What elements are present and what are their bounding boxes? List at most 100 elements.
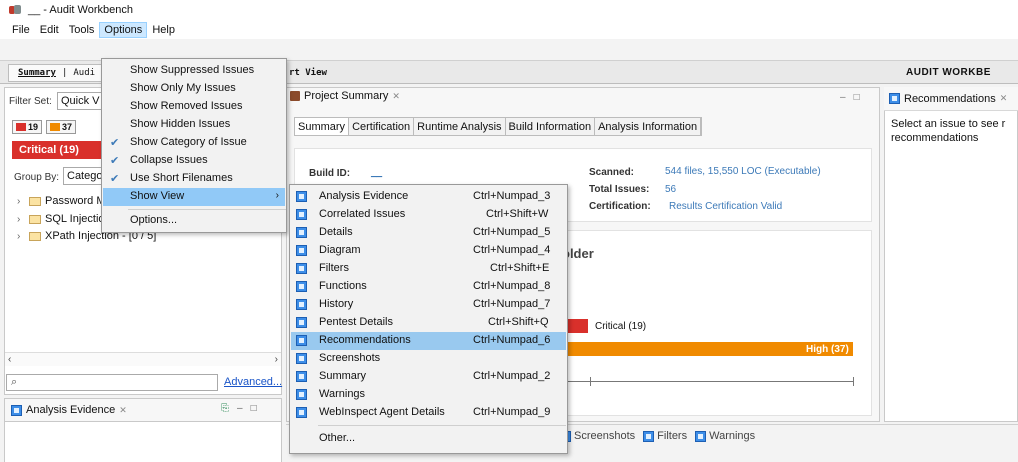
critical-count[interactable]: 19 bbox=[12, 120, 43, 134]
search-input[interactable]: ⌕ bbox=[6, 374, 218, 391]
menu-tools[interactable]: Tools bbox=[64, 22, 100, 38]
view-item-label: Recommendations bbox=[319, 334, 411, 346]
view-item-analysis-evidence[interactable]: Analysis Evidence Ctrl+Numpad_3 bbox=[291, 188, 566, 206]
menu-edit[interactable]: Edit bbox=[35, 22, 64, 38]
tab-screenshots-label: Screenshots bbox=[574, 430, 636, 442]
subtab-analysis-information[interactable]: Analysis Information bbox=[595, 118, 702, 135]
recommendations-header[interactable]: Recommendations ✕ bbox=[884, 87, 1018, 111]
view-item-label: Diagram bbox=[319, 244, 361, 256]
view-item-diagram[interactable]: Diagram Ctrl+Numpad_4 bbox=[291, 242, 566, 260]
minimize-icon[interactable]: – bbox=[840, 92, 846, 103]
tree-item-label: Password M bbox=[45, 195, 106, 207]
chevron-right-icon[interactable]: › bbox=[17, 231, 25, 242]
view-item-recommendations[interactable]: Recommendations Ctrl+Numpad_6 bbox=[291, 332, 566, 350]
tab-warnings[interactable]: Warnings bbox=[695, 430, 755, 442]
menu-help[interactable]: Help bbox=[147, 22, 180, 38]
menu-item-label: Options... bbox=[130, 214, 178, 226]
scroll-right-icon[interactable]: › bbox=[275, 354, 278, 365]
recommendations-icon bbox=[296, 335, 307, 346]
critical-tab[interactable]: Critical (19) bbox=[12, 141, 104, 159]
menu-item-short-filenames[interactable]: ✔ Use Short Filenames bbox=[103, 170, 285, 188]
filters-icon bbox=[643, 430, 655, 442]
menu-file[interactable]: File bbox=[7, 22, 35, 38]
pentest-details-icon bbox=[296, 317, 307, 328]
menu-item-show-category[interactable]: ✔ Show Category of Issue bbox=[103, 134, 285, 152]
menu-item-label: Collapse Issues bbox=[130, 154, 208, 166]
view-item-history[interactable]: History Ctrl+Numpad_7 bbox=[291, 296, 566, 314]
view-item-other[interactable]: Other... bbox=[291, 430, 566, 448]
summary-icon bbox=[296, 371, 307, 382]
screenshots-icon bbox=[296, 353, 307, 364]
view-item-shortcut: Ctrl+Numpad_3 bbox=[473, 190, 551, 202]
menu-item-label: Show View bbox=[130, 190, 185, 202]
perspective-separator: | bbox=[61, 68, 68, 78]
view-item-details[interactable]: Details Ctrl+Numpad_5 bbox=[291, 224, 566, 242]
view-item-filters[interactable]: Filters Ctrl+Shift+E bbox=[291, 260, 566, 278]
project-summary-tab[interactable]: Project Summary ✕ bbox=[290, 90, 400, 102]
view-item-shortcut: Ctrl+Numpad_7 bbox=[473, 298, 551, 310]
tab-filters-label: Filters bbox=[657, 430, 688, 442]
issue-count-bar: 19 37 bbox=[12, 120, 77, 136]
link-icon[interactable]: ⎘ bbox=[221, 403, 229, 414]
perspective-tab-chart-view[interactable]: rt View bbox=[289, 68, 327, 78]
advanced-search-link[interactable]: Advanced... bbox=[224, 376, 282, 388]
menu-item-collapse-issues[interactable]: ✔ Collapse Issues bbox=[103, 152, 285, 170]
perspective-tabs: Summary | Audi bbox=[8, 64, 106, 82]
menu-item-options[interactable]: Options... bbox=[103, 212, 285, 230]
chart-axis bbox=[558, 381, 854, 382]
tab-filters[interactable]: Filters bbox=[643, 430, 687, 442]
analysis-evidence-title[interactable]: Analysis Evidence bbox=[26, 404, 115, 416]
subtab-summary[interactable]: Summary bbox=[295, 118, 350, 135]
group-by-label: Group By: bbox=[14, 172, 60, 183]
subtab-runtime-analysis[interactable]: Runtime Analysis bbox=[414, 118, 506, 135]
tree-item[interactable]: › Password M bbox=[17, 195, 106, 207]
subtab-build-information[interactable]: Build Information bbox=[505, 118, 596, 135]
analysis-evidence-icon bbox=[11, 404, 22, 416]
title-bar: __ - Audit Workbench bbox=[0, 0, 1018, 20]
diagram-icon bbox=[296, 245, 307, 256]
view-item-correlated-issues[interactable]: Correlated Issues Ctrl+Shift+W bbox=[291, 206, 566, 224]
view-item-label: Filters bbox=[319, 262, 349, 274]
menu-item-show-hidden[interactable]: Show Hidden Issues bbox=[103, 116, 285, 134]
view-item-warnings[interactable]: Warnings bbox=[291, 386, 566, 404]
view-item-functions[interactable]: Functions Ctrl+Numpad_8 bbox=[291, 278, 566, 296]
history-icon bbox=[296, 299, 307, 310]
horizontal-scrollbar[interactable]: ‹ › bbox=[5, 352, 281, 366]
view-item-webinspect-agent[interactable]: WebInspect Agent Details Ctrl+Numpad_9 bbox=[291, 404, 566, 422]
close-icon[interactable]: ✕ bbox=[392, 91, 400, 102]
menu-item-label: Show Removed Issues bbox=[130, 100, 243, 112]
maximize-icon[interactable]: □ bbox=[251, 403, 257, 414]
subtab-certification[interactable]: Certification bbox=[349, 118, 415, 135]
view-item-shortcut: Ctrl+Numpad_8 bbox=[473, 280, 551, 292]
close-icon[interactable]: ✕ bbox=[1000, 93, 1008, 104]
menu-item-show-removed[interactable]: Show Removed Issues bbox=[103, 98, 285, 116]
close-icon[interactable]: ✕ bbox=[119, 405, 127, 416]
chevron-right-icon[interactable]: › bbox=[17, 196, 25, 207]
minimize-icon[interactable]: – bbox=[237, 403, 243, 414]
correlated-issues-icon bbox=[296, 209, 307, 220]
high-count[interactable]: 37 bbox=[46, 120, 77, 134]
menu-options[interactable]: Options bbox=[99, 21, 148, 38]
menu-separator bbox=[318, 425, 566, 426]
view-item-label: Pentest Details bbox=[319, 316, 393, 328]
filters-icon bbox=[296, 263, 307, 274]
menu-item-show-suppressed[interactable]: Show Suppressed Issues bbox=[103, 62, 285, 80]
chevron-right-icon[interactable]: › bbox=[17, 214, 25, 225]
maximize-icon[interactable]: □ bbox=[854, 92, 860, 103]
view-item-pentest-details[interactable]: Pentest Details Ctrl+Shift+Q bbox=[291, 314, 566, 332]
menu-item-label: Show Only My Issues bbox=[130, 82, 236, 94]
perspective-tab-audit[interactable]: Audi bbox=[70, 68, 98, 78]
scroll-left-icon[interactable]: ‹ bbox=[8, 354, 11, 365]
view-item-screenshots[interactable]: Screenshots bbox=[291, 350, 566, 368]
tab-screenshots[interactable]: Screenshots bbox=[560, 430, 635, 442]
tree-item[interactable]: › SQL Injectio bbox=[17, 213, 105, 225]
menu-item-show-only-my[interactable]: Show Only My Issues bbox=[103, 80, 285, 98]
menu-item-show-view[interactable]: Show View › bbox=[103, 188, 285, 206]
critical-swatch bbox=[16, 123, 26, 131]
view-item-summary[interactable]: Summary Ctrl+Numpad_2 bbox=[291, 368, 566, 386]
details-icon bbox=[296, 227, 307, 238]
project-summary-title: Project Summary bbox=[304, 90, 389, 102]
scanned-label: Scanned: bbox=[589, 167, 635, 178]
perspective-tab-summary[interactable]: Summary bbox=[15, 68, 59, 78]
filter-set-select[interactable]: Quick V bbox=[57, 92, 107, 110]
